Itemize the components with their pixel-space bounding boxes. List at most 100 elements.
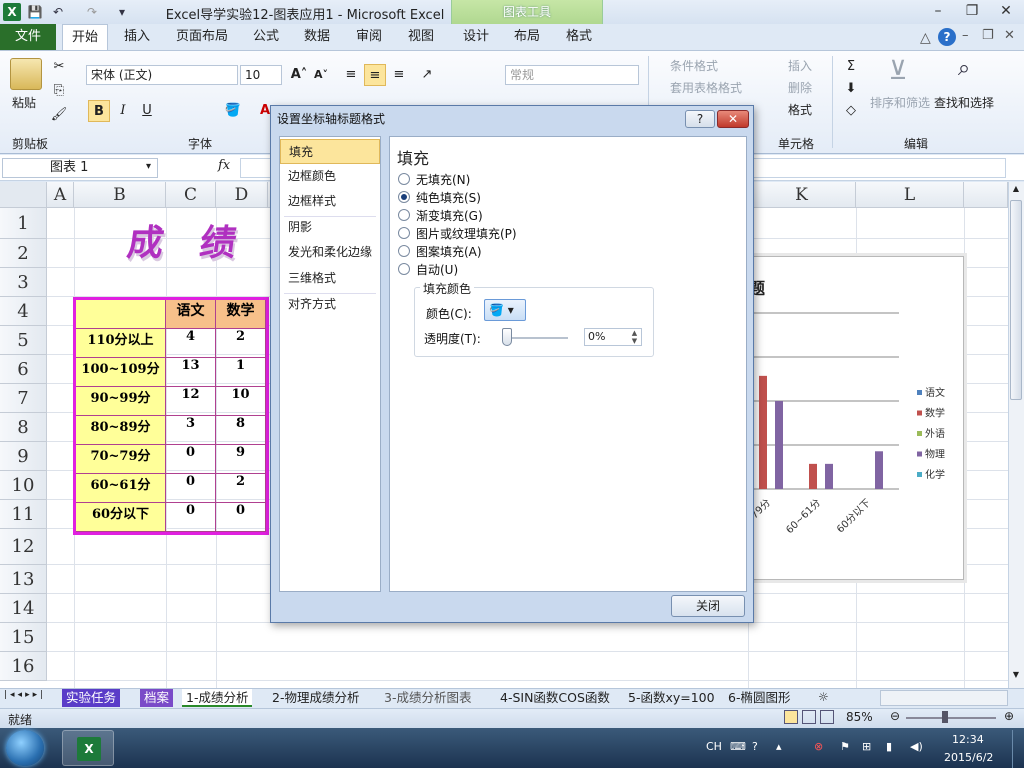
table-cell[interactable]: 3 bbox=[166, 416, 216, 445]
table-cell[interactable]: 0 bbox=[166, 503, 216, 532]
tray-arrow-icon[interactable]: ▴ bbox=[776, 740, 782, 753]
name-box[interactable]: 图表 1 bbox=[2, 158, 158, 178]
format-cells-button[interactable]: 格式 bbox=[788, 101, 812, 118]
italic-button[interactable]: I bbox=[112, 100, 134, 122]
normal-view-icon[interactable] bbox=[784, 710, 798, 724]
table-cell[interactable]: 8 bbox=[216, 416, 266, 445]
row-header[interactable]: 6 bbox=[0, 355, 47, 384]
transparency-slider-thumb[interactable] bbox=[502, 328, 512, 346]
start-button[interactable] bbox=[6, 730, 44, 766]
dialog-close-x-button[interactable]: ✕ bbox=[717, 110, 749, 128]
zoom-slider-thumb[interactable] bbox=[942, 711, 948, 723]
number-format-combo[interactable]: 常规 bbox=[505, 65, 639, 85]
table-row-label[interactable]: 60~61分 bbox=[76, 474, 166, 503]
row-header[interactable]: 16 bbox=[0, 652, 47, 681]
paste-button[interactable]: 粘贴 bbox=[12, 94, 36, 111]
radio-no-fill[interactable] bbox=[398, 173, 410, 185]
align-middle-icon[interactable]: ≡ bbox=[364, 64, 386, 86]
table-cell[interactable]: 2 bbox=[216, 329, 266, 358]
radio-pattern-fill[interactable] bbox=[398, 245, 410, 257]
zoom-out-icon[interactable]: ⊖ bbox=[890, 709, 900, 723]
column-header[interactable]: C bbox=[166, 182, 216, 208]
radio-solid-fill-label[interactable]: 纯色填充(S) bbox=[416, 189, 481, 206]
row-header[interactable]: 14 bbox=[0, 594, 47, 623]
taskbar-excel-button[interactable]: X bbox=[62, 730, 114, 766]
sheet-tab[interactable]: 档案 bbox=[140, 689, 174, 707]
clear-icon[interactable]: ◇ bbox=[840, 100, 862, 122]
page-break-view-icon[interactable] bbox=[820, 710, 834, 724]
fx-icon[interactable]: fx bbox=[218, 158, 230, 173]
tab-insert[interactable]: 插入 bbox=[116, 24, 158, 50]
radio-gradient-fill-label[interactable]: 渐变填充(G) bbox=[416, 207, 483, 224]
conditional-format-button[interactable]: 条件格式 bbox=[670, 57, 718, 74]
select-all-corner[interactable] bbox=[0, 182, 47, 208]
zoom-level[interactable]: 85% bbox=[846, 710, 873, 724]
grow-font-icon[interactable]: A˄ bbox=[288, 64, 310, 86]
sheet-tab[interactable]: 实验任务 bbox=[62, 689, 121, 707]
horizontal-scrollbar[interactable] bbox=[880, 690, 1008, 706]
network-icon[interactable]: ▮ bbox=[886, 740, 892, 753]
sheet-nav-arrows-icon[interactable]: |◂◂▸▸| bbox=[4, 690, 46, 700]
row-header[interactable]: 8 bbox=[0, 413, 47, 442]
sheet-tab-active[interactable]: 1-成绩分析 bbox=[182, 689, 253, 707]
row-header[interactable]: 5 bbox=[0, 326, 47, 355]
shrink-font-icon[interactable]: A˅ bbox=[310, 64, 332, 86]
table-format-button[interactable]: 套用表格格式 bbox=[670, 79, 742, 96]
paste-icon[interactable] bbox=[10, 58, 42, 90]
font-size-combo[interactable]: 10 bbox=[240, 65, 282, 85]
table-cell[interactable]: 0 bbox=[166, 445, 216, 474]
nav-item-border-color[interactable]: 边框颜色 bbox=[280, 164, 380, 189]
dialog-close-button[interactable]: 关闭 bbox=[671, 595, 745, 617]
radio-gradient-fill[interactable] bbox=[398, 209, 410, 221]
format-painter-icon[interactable]: 🖌 bbox=[48, 104, 70, 126]
clock-date[interactable]: 2015/6/2 bbox=[944, 751, 993, 764]
sort-filter-button[interactable]: 排序和筛选 bbox=[870, 94, 930, 111]
security-icon[interactable]: ⊗ bbox=[814, 740, 823, 753]
doc-restore-icon[interactable]: ❐ bbox=[982, 28, 994, 43]
sheet-tab[interactable]: 5-函数xy=100 bbox=[624, 689, 719, 707]
nav-item-alignment[interactable]: 对齐方式 bbox=[280, 292, 380, 317]
nav-item-glow[interactable]: 发光和柔化边缘 bbox=[280, 240, 380, 265]
fill-color-icon[interactable]: 🪣 bbox=[222, 100, 244, 122]
radio-pattern-fill-label[interactable]: 图案填充(A) bbox=[416, 243, 482, 260]
minimize-button[interactable]: – bbox=[924, 2, 952, 20]
font-name-combo[interactable]: 宋体 (正文) bbox=[86, 65, 238, 85]
binoculars-icon[interactable]: ⌕ bbox=[946, 56, 982, 86]
radio-automatic[interactable] bbox=[398, 263, 410, 275]
row-header[interactable]: 2 bbox=[0, 239, 47, 268]
tab-formulas[interactable]: 公式 bbox=[246, 24, 286, 50]
tab-data[interactable]: 数据 bbox=[296, 24, 338, 50]
table-header-chinese[interactable]: 语文 bbox=[166, 300, 216, 329]
color-picker-button[interactable]: 🪣 ▾ bbox=[484, 299, 526, 321]
radio-automatic-label[interactable]: 自动(U) bbox=[416, 261, 458, 278]
tab-format[interactable]: 格式 bbox=[558, 24, 600, 50]
row-header[interactable]: 3 bbox=[0, 268, 47, 297]
table-header-math[interactable]: 数学 bbox=[216, 300, 266, 329]
sheet-tab[interactable]: 3-成绩分析图表 bbox=[380, 689, 475, 707]
name-box-dropdown-icon[interactable]: ▾ bbox=[146, 161, 151, 172]
nav-item-shadow[interactable]: 阴影 bbox=[280, 215, 380, 240]
table-cell[interactable]: 10 bbox=[216, 387, 266, 416]
keyboard-icon[interactable]: ⌨ bbox=[730, 740, 746, 753]
dialog-help-button[interactable]: ? bbox=[685, 110, 715, 128]
nav-item-fill[interactable]: 填充 bbox=[280, 139, 380, 164]
table-cell[interactable]: 2 bbox=[216, 474, 266, 503]
fill-down-icon[interactable]: ⬇ bbox=[840, 78, 862, 100]
cut-icon[interactable]: ✂ bbox=[48, 56, 70, 78]
sheet-tab[interactable]: 2-物理成绩分析 bbox=[268, 689, 363, 707]
nav-item-3d-format[interactable]: 三维格式 bbox=[280, 266, 380, 291]
row-header[interactable]: 11 bbox=[0, 500, 47, 529]
ribbon-collapse-icon[interactable]: △ bbox=[920, 30, 931, 46]
transparency-slider-track[interactable] bbox=[504, 337, 568, 339]
table-cell[interactable]: 9 bbox=[216, 445, 266, 474]
table-cell[interactable]: 4 bbox=[166, 329, 216, 358]
orientation-icon[interactable]: ↗ bbox=[416, 64, 438, 86]
delete-cells-button[interactable]: 删除 bbox=[788, 79, 812, 96]
table-cell[interactable]: 12 bbox=[166, 387, 216, 416]
windows-icon[interactable]: ⊞ bbox=[862, 740, 871, 753]
underline-button[interactable]: U bbox=[136, 100, 158, 122]
column-header[interactable]: L bbox=[856, 182, 964, 208]
tab-view[interactable]: 视图 bbox=[400, 24, 442, 50]
zoom-in-icon[interactable]: ⊕ bbox=[1004, 709, 1014, 723]
table-cell[interactable]: 1 bbox=[216, 358, 266, 387]
